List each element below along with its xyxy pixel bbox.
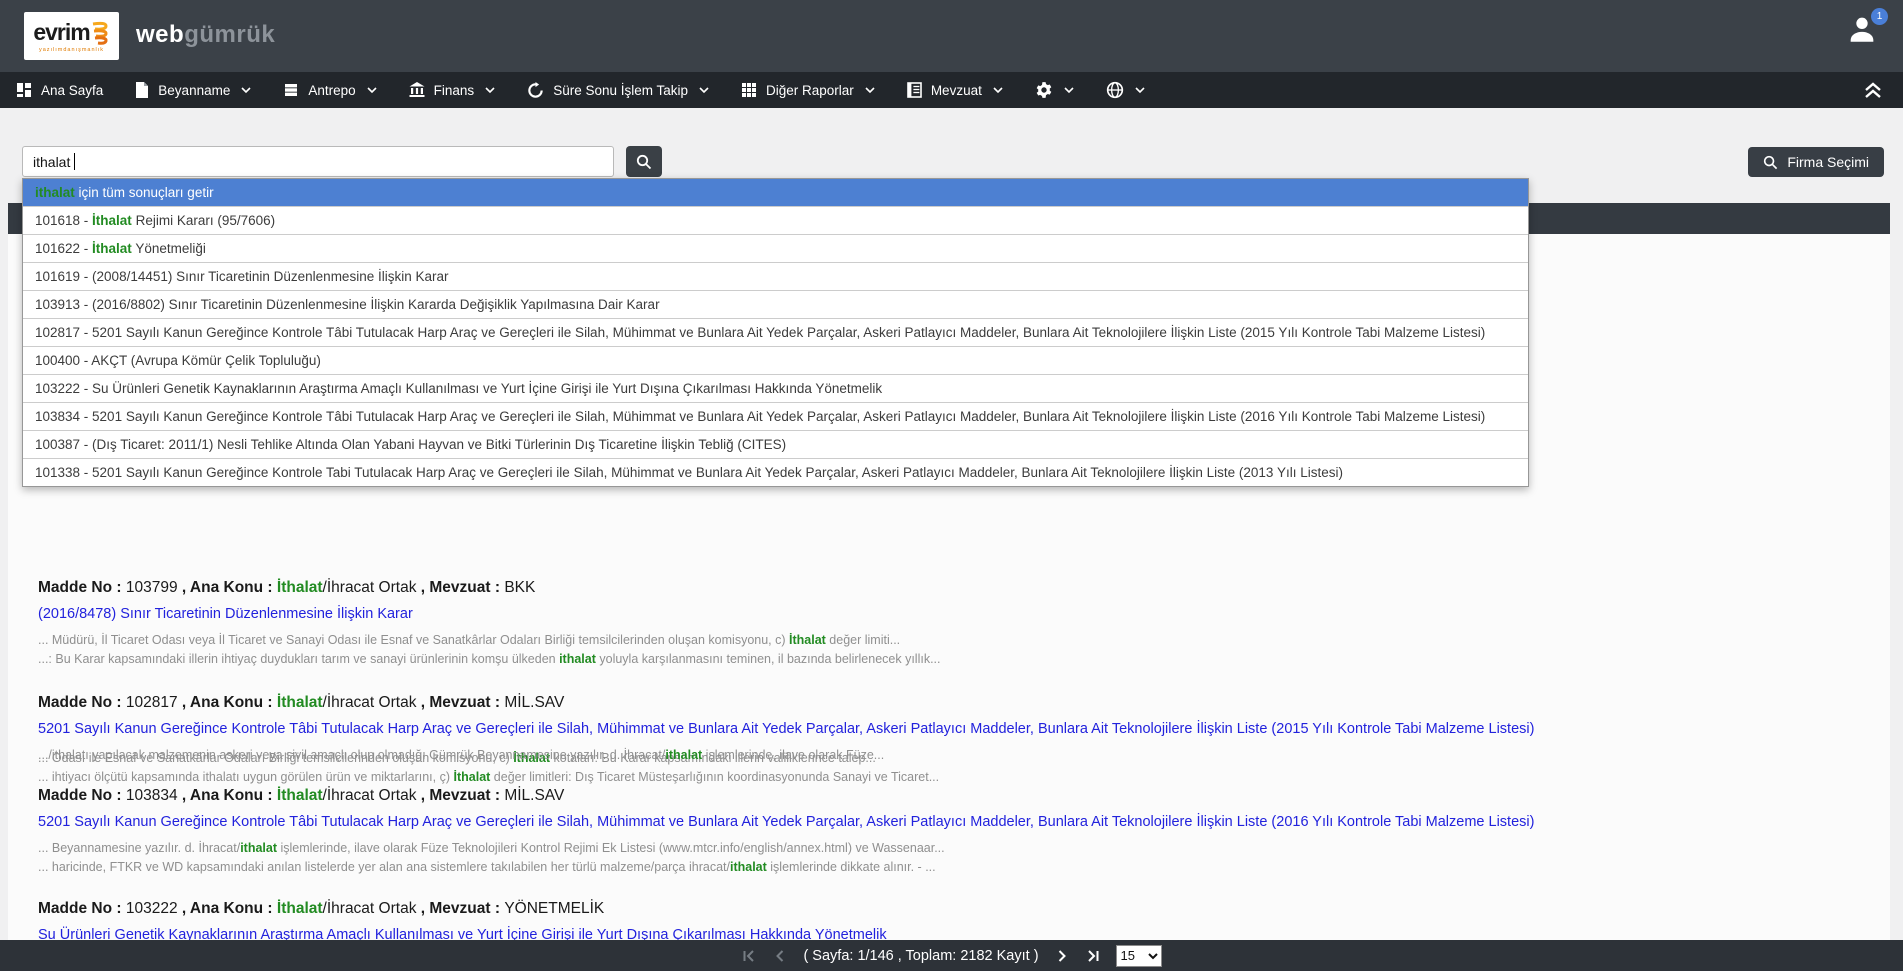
nav-item-finans[interactable]: Finans <box>409 82 496 98</box>
autocomplete-item-all-results[interactable]: ithalat için tüm sonuçları getir <box>23 179 1528 206</box>
prev-page-button[interactable] <box>772 948 788 964</box>
grid-icon <box>741 82 757 98</box>
nav-item-diger-raporlar[interactable]: Diğer Raporlar <box>741 82 875 98</box>
top-header: evrim yazılımdanışmanlık webgümrük 1 <box>0 0 1903 72</box>
chevron-down-icon <box>699 87 709 94</box>
main-nav: Ana Sayfa Beyanname Antrepo <box>0 72 1903 108</box>
nav-item-sure-sonu-islem-takip[interactable]: Süre Sonu İşlem Takip <box>527 82 709 99</box>
autocomplete-item[interactable]: 103834 - 5201 Sayılı Kanun Gereğince Kon… <box>23 402 1528 430</box>
document-icon <box>135 82 149 98</box>
search-autocomplete-dropdown: ithalat için tüm sonuçları getir 101618 … <box>22 178 1529 487</box>
last-page-icon <box>1085 948 1101 964</box>
result-link[interactable]: 5201 Sayılı Kanun Gereğince Kontrole Tâb… <box>38 814 1534 830</box>
result-snippet: .../ithalatı yapılacak malzemenin askeri… <box>38 746 1534 765</box>
nav-item-mevzuat[interactable]: Mevzuat <box>907 82 1003 98</box>
nav-item-ana-sayfa[interactable]: Ana Sayfa <box>16 82 103 98</box>
autocomplete-item[interactable]: 100387 - (Dış Ticaret: 2011/1) Nesli Teh… <box>23 430 1528 458</box>
globe-icon <box>1106 81 1124 99</box>
chevron-down-icon <box>865 87 875 94</box>
warehouse-icon <box>283 82 299 98</box>
result-item: Madde No : 102817 , Ana Konu : İthalat/İ… <box>38 694 1534 765</box>
result-link[interactable]: 5201 Sayılı Kanun Gereğince Kontrole Tâb… <box>38 721 1534 737</box>
pagination-bar: ( Sayfa: 1/146 , Toplam: 2182 Kayıt ) 15 <box>0 940 1903 971</box>
double-chevron-up-icon <box>1861 78 1885 102</box>
dashboard-icon <box>16 82 32 98</box>
notification-badge: 1 <box>1871 8 1888 25</box>
result-snippet: ... ihtiyacı ölçütü kapsamında ithalatı … <box>38 768 939 787</box>
result-header: Madde No : 102817 , Ana Konu : İthalat/İ… <box>38 694 1534 712</box>
last-page-button[interactable] <box>1085 948 1101 964</box>
refresh-icon <box>527 82 544 99</box>
collapse-header-button[interactable] <box>1861 78 1885 107</box>
result-header: Madde No : 103222 , Ana Konu : İthalat/İ… <box>38 900 887 918</box>
autocomplete-item[interactable]: 101619 - (2008/14451) Sınır Ticaretinin … <box>23 262 1528 290</box>
evrim-logo: evrim yazılımdanışmanlık <box>24 12 119 60</box>
search-input[interactable] <box>22 146 614 177</box>
nav-item-beyanname[interactable]: Beyanname <box>135 82 251 98</box>
next-page-button[interactable] <box>1054 948 1070 964</box>
first-page-button[interactable] <box>741 948 757 964</box>
result-item: Madde No : 103799 , Ana Konu : İthalat/İ… <box>38 579 941 669</box>
chevron-down-icon <box>993 87 1003 94</box>
result-item: Madde No : 103834 , Ana Konu : İthalat/İ… <box>38 787 1534 877</box>
nav-item-language[interactable] <box>1106 81 1145 99</box>
autocomplete-item[interactable]: 100400 - AKÇT (Avrupa Kömür Çelik Toplul… <box>23 346 1528 374</box>
page-size-select[interactable]: 15 <box>1116 945 1162 967</box>
chevron-down-icon <box>1135 87 1145 94</box>
result-link[interactable]: (2016/8478) Sınır Ticaretinin Düzenlenme… <box>38 606 941 622</box>
autocomplete-item[interactable]: 101338 - 5201 Sayılı Kanun Gereğince Kon… <box>23 458 1528 486</box>
search-button[interactable] <box>626 146 662 177</box>
logo-subtitle: yazılımdanışmanlık <box>39 47 104 53</box>
chevron-down-icon <box>1064 87 1074 94</box>
app-title: webgümrük <box>136 21 275 49</box>
text-caret <box>74 153 75 170</box>
app-window: evrim yazılımdanışmanlık webgümrük 1 <box>0 0 1903 971</box>
result-snippet: ... Müdürü, İl Ticaret Odası veya İl Tic… <box>38 631 941 650</box>
first-page-icon <box>741 948 757 964</box>
autocomplete-item[interactable]: 103222 - Su Ürünleri Genetik Kaynakların… <box>23 374 1528 402</box>
chevron-down-icon <box>485 87 495 94</box>
result-header: Madde No : 103799 , Ana Konu : İthalat/İ… <box>38 579 941 597</box>
gear-icon <box>1035 81 1053 99</box>
autocomplete-item[interactable]: 101622 - İthalat Yönetmeliği <box>23 234 1528 262</box>
pagination-label: ( Sayfa: 1/146 , Toplam: 2182 Kayıt ) <box>803 948 1038 964</box>
search-icon <box>1763 155 1778 170</box>
logo-text: evrim <box>33 21 89 44</box>
result-header: Madde No : 103834 , Ana Konu : İthalat/İ… <box>38 787 1534 805</box>
autocomplete-item[interactable]: 102817 - 5201 Sayılı Kanun Gereğince Kon… <box>23 318 1528 346</box>
chevron-left-icon <box>772 948 788 964</box>
nav-item-antrepo[interactable]: Antrepo <box>283 82 376 98</box>
result-snippet: ... Beyannamesine yazılır. d. İhracat/it… <box>38 839 1534 858</box>
chevron-down-icon <box>367 87 377 94</box>
user-menu-button[interactable]: 1 <box>1845 12 1881 48</box>
nav-item-settings[interactable] <box>1035 81 1074 99</box>
autocomplete-item[interactable]: 101618 - İthalat Rejimi Kararı (95/7606) <box>23 206 1528 234</box>
chevron-right-icon <box>1054 948 1070 964</box>
search-icon <box>636 154 652 170</box>
bank-icon <box>409 82 425 98</box>
chevron-down-icon <box>241 87 251 94</box>
result-snippet: ... haricinde, FTKR ve WD kapsamındaki a… <box>38 858 1534 877</box>
firma-secimi-button[interactable]: Firma Seçimi <box>1748 147 1884 177</box>
book-icon <box>907 82 922 98</box>
autocomplete-item[interactable]: 103913 - (2016/8802) Sınır Ticaretinin D… <box>23 290 1528 318</box>
result-snippet: ...: Bu Karar kapsamındaki illerin ihtiy… <box>38 650 941 669</box>
logo-spiral-icon <box>90 20 110 46</box>
